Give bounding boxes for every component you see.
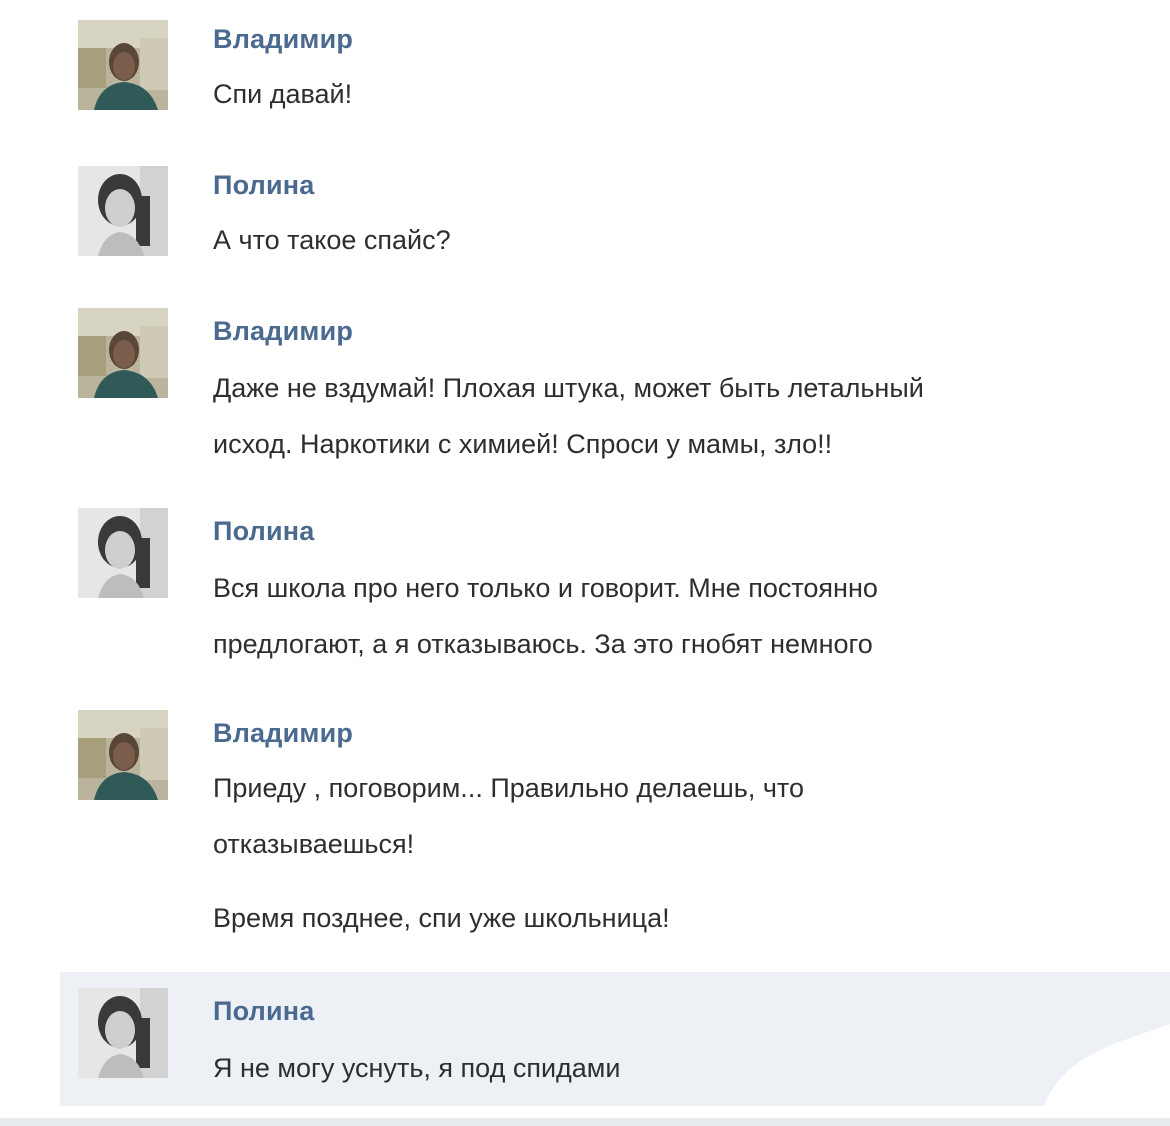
female-user-avatar-icon[interactable] bbox=[78, 508, 168, 598]
male-user-avatar-icon[interactable] bbox=[78, 20, 168, 110]
message-text-line: Спи давай! bbox=[213, 79, 353, 109]
message-item: Владимир Приеду , поговорим... Правильно… bbox=[60, 700, 1170, 950]
message-text-line: Вся школа про него только и говорит. Мне… bbox=[213, 573, 878, 603]
message-text-line: Я не могу уснуть, я под спидами bbox=[213, 1053, 621, 1083]
message-author[interactable]: Владимир bbox=[213, 24, 353, 55]
message-text-line: Приеду , поговорим... Правильно делаешь,… bbox=[213, 773, 804, 803]
message-item: Владимир Спи давай! bbox=[60, 10, 1170, 120]
message-author[interactable]: Полина bbox=[213, 996, 315, 1027]
message-text-line: А что такое спайс? bbox=[213, 225, 451, 255]
message-item: Полина А что такое спайс? bbox=[60, 158, 1170, 268]
message-author[interactable]: Полина bbox=[213, 170, 315, 201]
message-item-unread: Полина Я не могу уснуть, я под спидами bbox=[60, 972, 1170, 1106]
message-item: Владимир Даже не вздумай! Плохая штука, … bbox=[60, 304, 1170, 474]
female-user-avatar-icon[interactable] bbox=[78, 166, 168, 256]
message-text-line: предлогают, а я отказываюсь. За это гноб… bbox=[213, 629, 873, 659]
female-user-avatar-icon[interactable] bbox=[78, 988, 168, 1078]
message-text-line: исход. Наркотики с химией! Спроси у мамы… bbox=[213, 429, 833, 459]
message-author[interactable]: Владимир bbox=[213, 718, 353, 749]
message-author[interactable]: Владимир bbox=[213, 316, 353, 347]
message-item: Полина Вся школа про него только и говор… bbox=[60, 504, 1170, 674]
message-author[interactable]: Полина bbox=[213, 516, 315, 547]
message-text-line: Время позднее, спи уже школьница! bbox=[213, 903, 670, 933]
message-text-line: Даже не вздумай! Плохая штука, может быт… bbox=[213, 373, 924, 403]
bottom-divider bbox=[0, 1118, 1170, 1126]
male-user-avatar-icon[interactable] bbox=[78, 308, 168, 398]
message-text-line: отказываешься! bbox=[213, 829, 415, 859]
message-history: Владимир Спи давай! Полина А что такое с… bbox=[0, 0, 1170, 1126]
male-user-avatar-icon[interactable] bbox=[78, 710, 168, 800]
page-corner-decoration bbox=[1010, 1024, 1170, 1125]
